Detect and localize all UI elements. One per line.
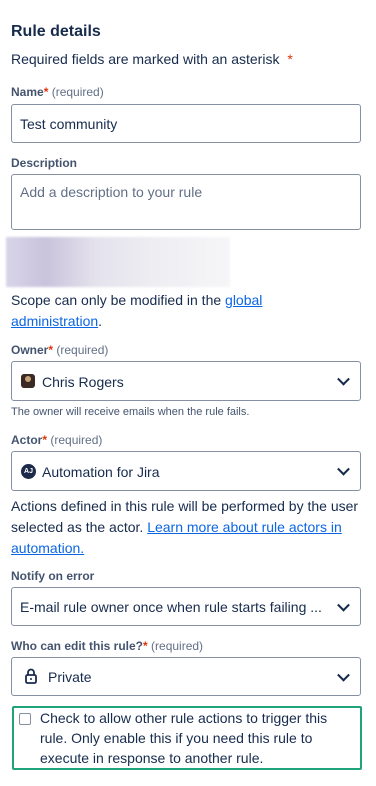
owner-avatar-face xyxy=(25,376,31,382)
description-placeholder: Add a description to your rule xyxy=(20,184,203,200)
owner-required-hint: (required) xyxy=(56,343,109,357)
trigger-checkbox-row[interactable]: Check to allow other rule actions to tri… xyxy=(12,706,362,770)
owner-label-text: Owner xyxy=(11,343,49,357)
actor-avatar: AJ xyxy=(21,464,36,479)
editors-required-hint: (required) xyxy=(151,639,204,653)
owner-label: Owner* (required) xyxy=(11,343,108,357)
notify-value: E-mail rule owner once when rule starts … xyxy=(20,599,322,615)
chevron-down-icon xyxy=(337,668,350,682)
owner-select[interactable]: Chris Rogers xyxy=(11,361,361,401)
notify-select[interactable]: E-mail rule owner once when rule starts … xyxy=(11,587,361,626)
name-input-value: Test community xyxy=(20,116,118,132)
actor-value: Automation for Jira xyxy=(42,464,160,480)
chevron-down-icon xyxy=(337,462,350,476)
trigger-checkbox-label: Check to allow other rule actions to tri… xyxy=(40,710,328,766)
chevron-down-icon xyxy=(337,598,350,612)
required-note-text: Required fields are marked with an aster… xyxy=(11,51,280,67)
editors-label-text: Who can edit this rule? xyxy=(11,639,144,653)
name-required-star: * xyxy=(43,85,49,99)
editors-required-star: * xyxy=(143,639,148,653)
name-label-text: Name xyxy=(11,85,44,99)
owner-required-star: * xyxy=(48,343,54,357)
required-note: Required fields are marked with an aster… xyxy=(11,51,293,67)
scope-text-after: . xyxy=(98,313,103,329)
name-label: Name* (required) xyxy=(11,85,104,99)
editors-label: Who can edit this rule?* (required) xyxy=(11,639,203,653)
section-title: Rule details xyxy=(11,23,101,40)
name-required-hint: (required) xyxy=(51,85,104,99)
actor-label-text: Actor xyxy=(11,433,43,447)
actor-required-star: * xyxy=(42,433,48,447)
trigger-checkbox[interactable] xyxy=(19,713,31,725)
owner-help: The owner will receive emails when the r… xyxy=(11,406,250,418)
blurred-region xyxy=(6,237,230,287)
actor-select[interactable]: AJ Automation for Jira xyxy=(11,451,361,491)
actor-required-hint: (required) xyxy=(50,433,103,447)
scope-text-before: Scope can only be modified in the xyxy=(11,292,222,308)
scope-text: Scope can only be modified in the global… xyxy=(11,290,351,332)
actor-label: Actor* (required) xyxy=(11,433,102,447)
owner-avatar xyxy=(21,374,35,388)
description-textarea[interactable]: Add a description to your rule xyxy=(11,174,361,230)
notify-label: Notify on error xyxy=(11,569,95,583)
required-asterisk: * xyxy=(287,51,293,67)
owner-value: Chris Rogers xyxy=(42,374,124,390)
actor-help: Actions defined in this rule will be per… xyxy=(11,496,361,559)
editors-select[interactable]: Private xyxy=(11,657,361,696)
chevron-down-icon xyxy=(337,372,350,386)
editors-value: Private xyxy=(48,669,92,685)
name-input[interactable]: Test community xyxy=(11,104,361,143)
lock-icon xyxy=(25,668,37,689)
description-label: Description xyxy=(11,156,78,170)
